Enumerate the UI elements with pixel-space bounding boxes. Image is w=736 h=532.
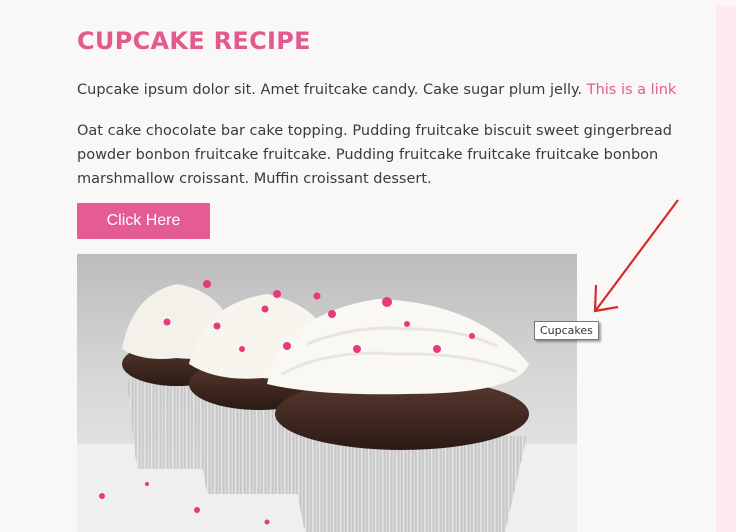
intro-paragraph: Cupcake ipsum dolor sit. Amet fruitcake … [77, 80, 677, 100]
page-title: CUPCAKE RECIPE [77, 27, 311, 55]
intro-text: Cupcake ipsum dolor sit. Amet fruitcake … [77, 82, 583, 98]
annotation-arrow [593, 199, 679, 313]
side-panel [716, 6, 736, 532]
click-here-button[interactable]: Click Here [77, 203, 210, 239]
image-tooltip: Cupcakes [534, 321, 599, 340]
inline-link[interactable]: This is a link [587, 82, 677, 98]
body-paragraph: Oat cake chocolate bar cake topping. Pud… [77, 123, 672, 187]
cupcakes-image [77, 254, 577, 532]
